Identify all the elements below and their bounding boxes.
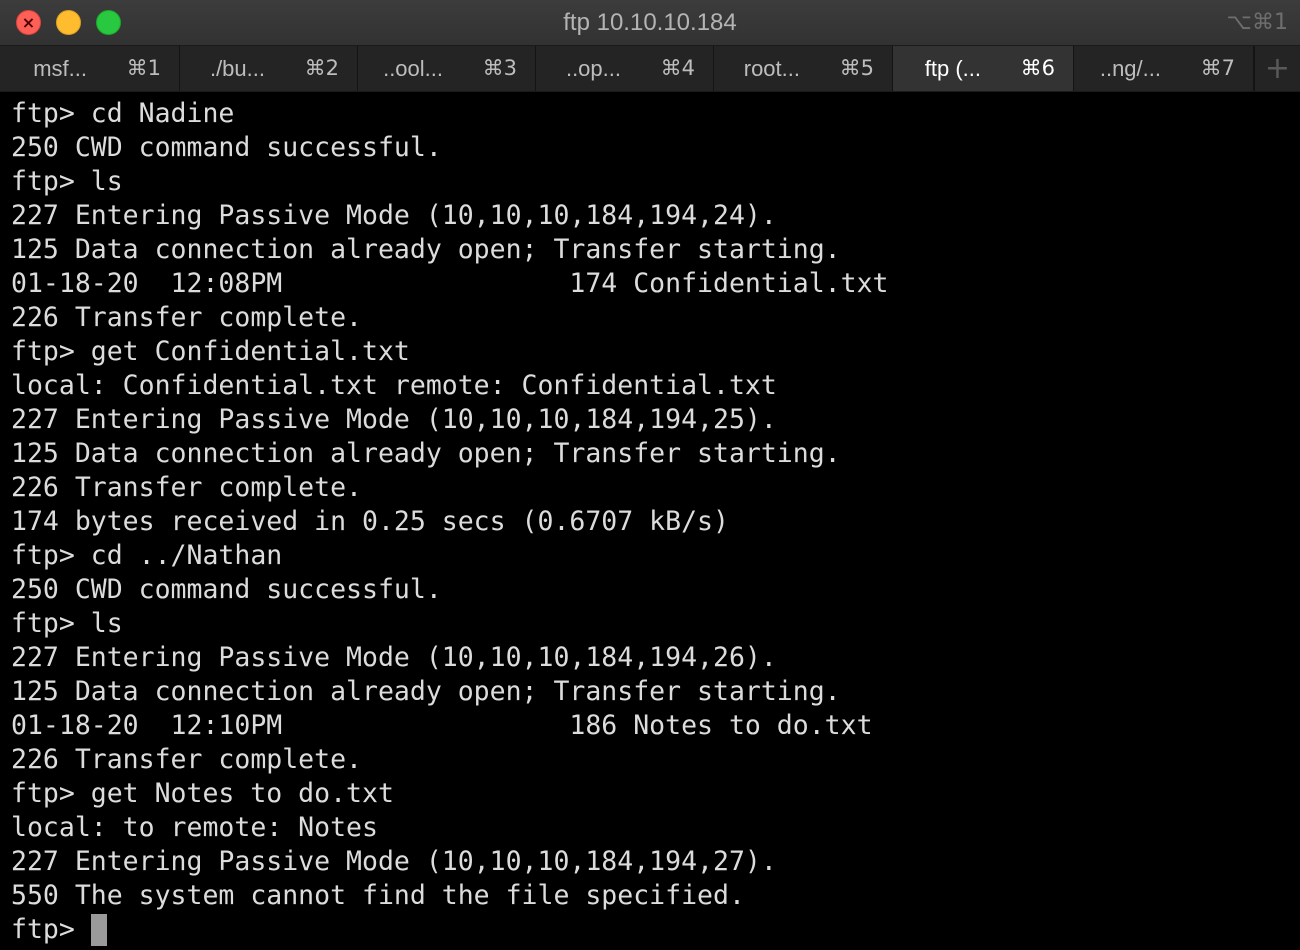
terminal-line: local: Confidential.txt remote: Confiden… xyxy=(11,370,777,401)
terminal-line: 125 Data connection already open; Transf… xyxy=(11,234,841,265)
terminal-line: 250 CWD command successful. xyxy=(11,574,442,605)
tab-label: ..op... xyxy=(565,56,621,81)
terminal-line: 125 Data connection already open; Transf… xyxy=(11,676,841,707)
terminal-line: 125 Data connection already open; Transf… xyxy=(11,438,841,469)
text-cursor xyxy=(90,914,107,946)
tab-shortcut: ⌘7 xyxy=(1200,56,1235,80)
terminal-line: local: to remote: Notes xyxy=(11,812,378,843)
tab-bar: msf... ⌘1 ./bu... ⌘2 ..ool... ⌘3 ..op...… xyxy=(0,45,1300,92)
terminal-line: 226 Transfer complete. xyxy=(11,744,362,775)
tab-1[interactable]: msf... ⌘1 xyxy=(0,46,180,91)
terminal-line: 227 Entering Passive Mode (10,10,10,184,… xyxy=(11,404,777,435)
terminal-line: ftp> get Notes to do.txt xyxy=(11,778,394,809)
terminal-prompt-line[interactable]: ftp> xyxy=(11,913,1291,947)
tab-3[interactable]: ..ool... ⌘3 xyxy=(358,46,536,91)
terminal-line: ftp> ls xyxy=(11,608,123,639)
tab-shortcut: ⌘3 xyxy=(482,56,517,80)
terminal-line: 550 The system cannot find the file spec… xyxy=(11,880,745,911)
terminal-output[interactable]: ftp> cd Nadine 250 CWD command successfu… xyxy=(11,97,1291,947)
tab-shortcut: ⌘4 xyxy=(660,56,695,80)
prompt: ftp> xyxy=(11,914,91,945)
terminal-line: ftp> get Confidential.txt xyxy=(11,336,410,367)
terminal-line: 226 Transfer complete. xyxy=(11,472,362,503)
terminal-line: 01-18-20 12:08PM 174 Confidential.txt xyxy=(11,268,889,299)
tab-label: root... xyxy=(743,56,800,81)
tab-shortcut: ⌘1 xyxy=(126,56,161,80)
plus-icon: + xyxy=(1264,51,1291,86)
terminal-line: ftp> ls xyxy=(11,166,123,197)
terminal-line: ftp> cd Nadine xyxy=(11,98,235,129)
window-shortcut: ⌥⌘1 xyxy=(1226,10,1288,35)
tab-label: ftp (... xyxy=(924,56,981,81)
new-tab-button[interactable]: + xyxy=(1254,46,1300,91)
tab-5[interactable]: root... ⌘5 xyxy=(714,46,893,91)
tab-4[interactable]: ..op... ⌘4 xyxy=(536,46,714,91)
terminal-line: 227 Entering Passive Mode (10,10,10,184,… xyxy=(11,200,777,231)
tab-label: msf... xyxy=(33,56,87,81)
terminal-line: 01-18-20 12:10PM 186 Notes to do.txt xyxy=(11,710,873,741)
tab-6[interactable]: ftp (... ⌘6 xyxy=(893,46,1074,91)
terminal-line: ftp> cd ../Nathan xyxy=(11,540,283,571)
terminal-line: 227 Entering Passive Mode (10,10,10,184,… xyxy=(11,642,777,673)
window-title: ftp 10.10.10.184 xyxy=(563,9,737,36)
tab-shortcut: ⌘5 xyxy=(839,56,874,80)
terminal-window: × ftp 10.10.10.184 ⌥⌘1 msf... ⌘1 ./bu...… xyxy=(0,0,1300,950)
tab-7[interactable]: ..ng/... ⌘7 xyxy=(1074,46,1254,91)
terminal-line: 174 bytes received in 0.25 secs (0.6707 … xyxy=(11,506,729,537)
terminal-line: 226 Transfer complete. xyxy=(11,302,362,333)
tab-shortcut: ⌘2 xyxy=(304,56,339,80)
tab-label: ..ng/... xyxy=(1099,56,1161,81)
tab-label: ..ool... xyxy=(383,56,443,81)
tab-2[interactable]: ./bu... ⌘2 xyxy=(180,46,358,91)
title-bar[interactable]: × ftp 10.10.10.184 ⌥⌘1 xyxy=(0,0,1300,45)
terminal-line: 227 Entering Passive Mode (10,10,10,184,… xyxy=(11,846,777,877)
tab-label: ./bu... xyxy=(209,56,265,81)
tab-shortcut: ⌘6 xyxy=(1020,56,1055,80)
terminal-line: 250 CWD command successful. xyxy=(11,132,442,163)
